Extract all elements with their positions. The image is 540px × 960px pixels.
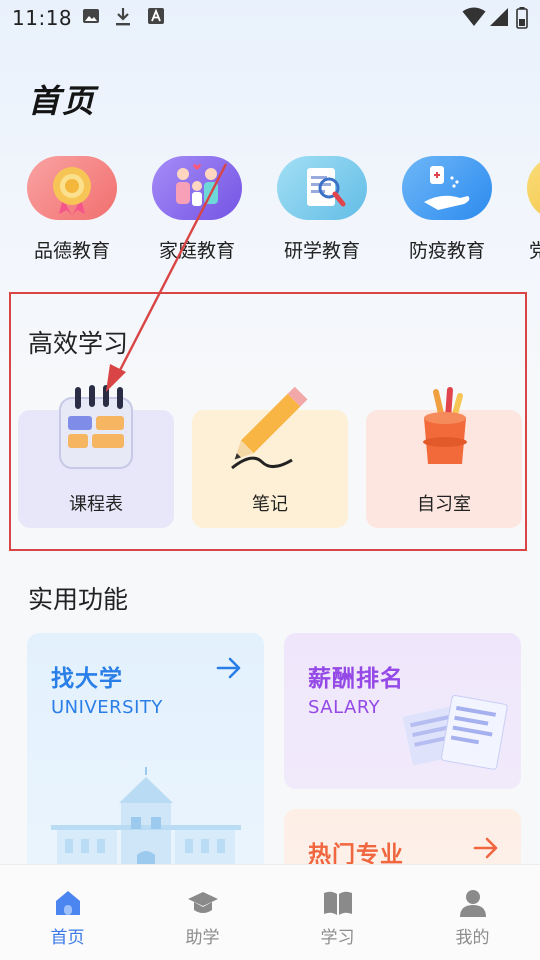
arrow-right-icon[interactable] [216, 657, 242, 679]
schedule-card[interactable]: 课程表 [18, 385, 174, 528]
category-label: 党 [529, 240, 540, 262]
status-bar: 11:18 [0, 0, 540, 36]
calendar-icon [59, 385, 133, 469]
find-university-card[interactable]: 找大学 UNIVERSITY [27, 633, 264, 873]
schedule-label: 课程表 [69, 494, 123, 515]
status-time: 11:18 [12, 6, 73, 30]
wifi-icon [462, 7, 486, 26]
pencil-cup-icon [423, 387, 467, 464]
find-university-subtitle: UNIVERSITY [51, 697, 163, 718]
category-label: 家庭教育 [158, 240, 235, 262]
salary-ranking-card[interactable]: 薪酬排名 SALARY [284, 633, 521, 789]
nav-label: 助学 [185, 928, 220, 948]
category-moral-education[interactable]: 品德教育 [17, 156, 127, 263]
salary-ranking-subtitle: SALARY [308, 697, 381, 718]
category-label: 防疫教育 [408, 240, 485, 262]
nav-home[interactable]: 首页 [0, 865, 135, 960]
image-notification-icon [83, 9, 99, 23]
nav-label: 我的 [455, 928, 490, 948]
category-family-education[interactable]: 家庭教育 [142, 156, 252, 263]
university-building-icon [51, 767, 241, 873]
study-room-label: 自习室 [417, 494, 471, 515]
bottom-navigation: 首页 助学 学习 我的 [0, 864, 540, 960]
notes-label: 笔记 [252, 494, 288, 515]
person-icon [459, 890, 486, 917]
category-row[interactable]: 品德教育 家庭教育 研学教育 防疫教育 党 [0, 156, 540, 266]
nav-study-aid[interactable]: 助学 [135, 865, 270, 960]
notes-card[interactable]: 笔记 [192, 386, 348, 528]
salary-ranking-title: 薪酬排名 [308, 666, 404, 692]
download-notification-icon [116, 8, 130, 26]
category-epidemic-education[interactable]: 防疫教育 [392, 156, 502, 263]
party-icon [527, 156, 540, 220]
font-notification-icon [148, 8, 164, 24]
category-label: 研学教育 [283, 240, 360, 262]
section-title-practical-features: 实用功能 [28, 585, 129, 614]
section-title-efficient-study: 高效学习 [28, 329, 129, 358]
study-room-card[interactable]: 自习室 [366, 387, 522, 528]
documents-icon [403, 694, 508, 770]
nav-label: 学习 [320, 928, 355, 948]
book-icon [323, 891, 352, 915]
nav-learning[interactable]: 学习 [270, 865, 405, 960]
page-title: 首页 [28, 82, 97, 120]
battery-icon [516, 7, 528, 29]
nav-profile[interactable]: 我的 [405, 865, 540, 960]
arrow-right-icon[interactable] [473, 837, 499, 859]
category-party-education[interactable]: 党 [517, 156, 540, 263]
nav-label: 首页 [50, 928, 85, 948]
report-magnifier-icon [277, 156, 367, 220]
find-university-title: 找大学 [51, 666, 123, 692]
medal-icon [27, 156, 117, 220]
pencil-icon [231, 386, 308, 470]
family-icon [152, 156, 242, 220]
category-study-tour-education[interactable]: 研学教育 [267, 156, 377, 263]
graduation-cap-icon [187, 892, 218, 913]
home-icon [55, 891, 80, 915]
sanitizer-hand-icon [402, 156, 492, 220]
category-label: 品德教育 [33, 240, 110, 262]
signal-icon [490, 8, 508, 26]
